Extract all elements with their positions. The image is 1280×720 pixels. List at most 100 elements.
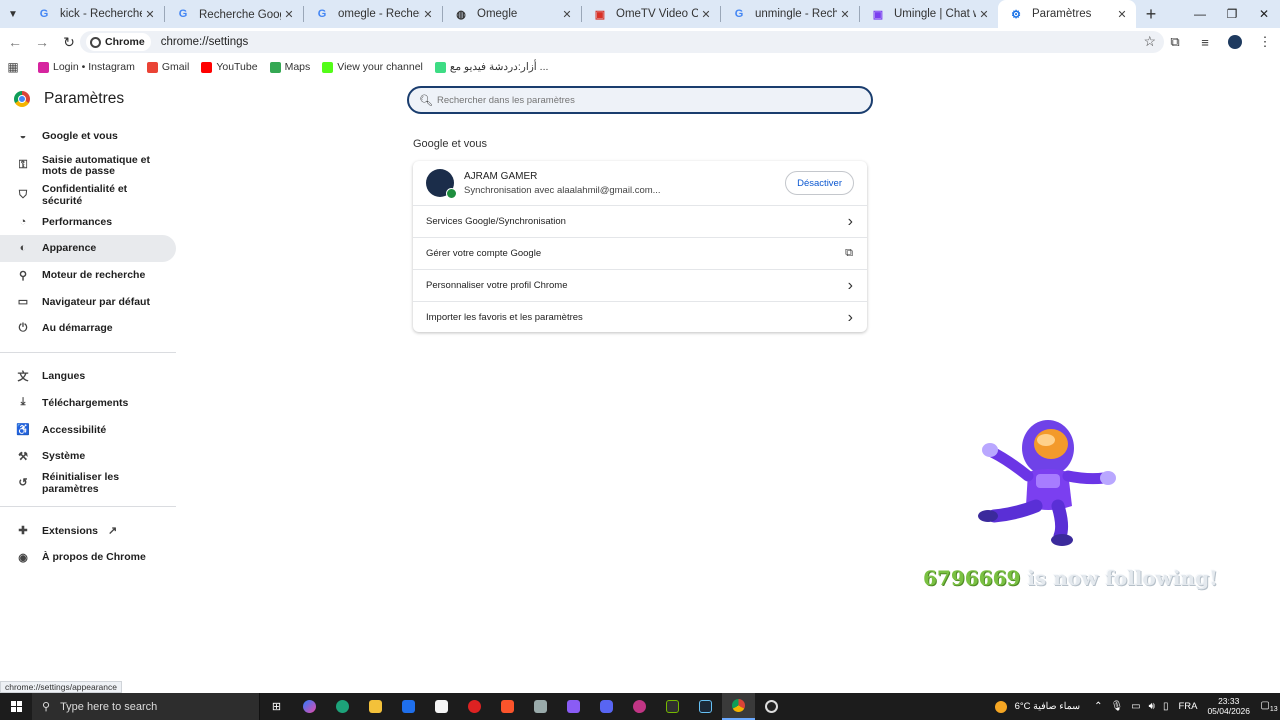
visual-studio-icon[interactable]: [557, 693, 590, 720]
brave-icon[interactable]: [491, 693, 524, 720]
sidebar-item-reset[interactable]: ↺ Réinitialiser les paramètres: [0, 470, 176, 497]
sidebar-item-wrench[interactable]: ⚒ Système: [0, 443, 176, 470]
nvidia-icon[interactable]: [656, 693, 689, 720]
sidebar-item-download[interactable]: ⤓ Téléchargements: [0, 390, 176, 417]
sidebar-item-puzzle[interactable]: ✚ Extensions ↗: [0, 517, 176, 544]
chrome-taskbar-icon[interactable]: [722, 693, 755, 720]
close-tab-icon[interactable]: ✕: [420, 8, 436, 21]
new-tab-button[interactable]: +: [1136, 4, 1166, 25]
tab-3[interactable]: ◍ Omegle ✕: [443, 0, 581, 28]
sidebar-item-palette[interactable]: ◐ Apparence: [0, 235, 176, 262]
bookmark-star-icon[interactable]: ☆: [1143, 33, 1156, 50]
url-text[interactable]: chrome://settings: [161, 36, 249, 48]
close-tab-icon[interactable]: ✕: [559, 8, 575, 21]
close-window-button[interactable]: ✕: [1248, 0, 1280, 28]
sidebar-item-translate[interactable]: 文 Langues: [0, 363, 176, 390]
bookmark-1[interactable]: Gmail: [146, 61, 189, 73]
language-indicator[interactable]: FRA: [1178, 701, 1197, 712]
messenger-icon[interactable]: [623, 693, 656, 720]
network-icon[interactable]: ▭: [1131, 701, 1140, 712]
tab-6[interactable]: ▣ Umingle | Chat with Stran✕: [860, 0, 998, 28]
globe-icon: ◍: [456, 8, 466, 21]
sidebar-item-chrome[interactable]: ◉ À propos de Chrome: [0, 544, 176, 571]
settings-row[interactable]: Importer les favoris et les paramètres ›: [413, 301, 867, 333]
minimize-button[interactable]: —: [1184, 0, 1216, 28]
bookmark-5[interactable]: أزار:دردشة فيديو مع ...: [434, 61, 548, 73]
kebab-menu-icon[interactable]: ⋮: [1250, 34, 1280, 50]
chevron-up-icon[interactable]: ⌃: [1094, 701, 1102, 712]
task-view-icon[interactable]: ⊞: [260, 693, 293, 720]
copilot-icon[interactable]: [293, 693, 326, 720]
close-tab-icon[interactable]: ✕: [1114, 8, 1130, 21]
follow-message: is now following!: [1027, 566, 1218, 590]
sidebar-item-label: Téléchargements: [42, 396, 129, 409]
gaming-app-icon[interactable]: [458, 693, 491, 720]
taskbar-search[interactable]: ⚲ Type here to search: [32, 693, 260, 720]
file-explorer-icon[interactable]: [359, 693, 392, 720]
bookmark-label: View your channel: [337, 61, 423, 73]
browser-icon: ▭: [17, 296, 29, 309]
address-bar[interactable]: Chrome chrome://settings ☆: [80, 31, 1164, 53]
vpn-shield-icon[interactable]: [524, 693, 557, 720]
edge-icon[interactable]: [326, 693, 359, 720]
settings-row-label: Personnaliser votre profil Chrome: [426, 280, 568, 291]
tab-2[interactable]: Gomegle - Recherche Goog✕: [304, 0, 442, 28]
chevron-down-icon: ▼: [8, 8, 18, 20]
sidebar-item-shield[interactable]: ⛉ Confidentialité et sécurité: [0, 182, 176, 209]
tab-7[interactable]: ⚙ Paramètres ✕: [998, 0, 1136, 28]
bookmark-4[interactable]: View your channel: [322, 61, 423, 73]
settings-search-box[interactable]: 🔍︎: [407, 86, 873, 114]
tab-search-button[interactable]: ▼: [0, 0, 26, 28]
bookmark-2[interactable]: YouTube: [201, 61, 258, 73]
battery-icon[interactable]: ▯: [1163, 701, 1169, 712]
close-tab-icon[interactable]: ✕: [837, 8, 853, 21]
store-icon[interactable]: [425, 693, 458, 720]
sidebar-item-search[interactable]: ⚲ Moteur de recherche: [0, 262, 176, 289]
settings-row[interactable]: Services Google/Synchronisation ›: [413, 205, 867, 237]
sidebar-item-person[interactable]: ◒ Google et vous: [0, 123, 176, 150]
reload-button[interactable]: ↻: [57, 30, 81, 54]
close-tab-icon[interactable]: ✕: [281, 8, 297, 21]
settings-row[interactable]: Personnaliser votre profil Chrome ›: [413, 269, 867, 301]
sidebar-item-accessibility[interactable]: ♿ Accessibilité: [0, 416, 176, 443]
sidebar-item-browser[interactable]: ▭ Navigateur par défaut: [0, 288, 176, 315]
apps-grid-icon[interactable]: ▦: [0, 60, 26, 74]
tab-5[interactable]: Gunmingle - Recherche Go✕: [721, 0, 859, 28]
sidebar-item-speedometer[interactable]: ◔ Performances: [0, 208, 176, 235]
close-tab-icon[interactable]: ✕: [698, 8, 714, 21]
media-controls-icon[interactable]: ≡: [1190, 35, 1220, 50]
sidebar-item-key[interactable]: ⚿ Saisie automatique et mots de passe: [0, 150, 176, 182]
sidebar-item-power[interactable]: ⏻ Au démarrage: [0, 315, 176, 342]
key-icon: ⚿: [18, 159, 28, 172]
close-tab-icon[interactable]: ✕: [142, 8, 158, 21]
tab-4[interactable]: ▣ OmeTV Video Chat — On✕: [582, 0, 720, 28]
bookmark-label: Maps: [284, 61, 311, 73]
bookmark-3[interactable]: Maps: [269, 61, 311, 73]
weather-widget[interactable]: 6°C سماء صافية: [994, 700, 1080, 713]
settings-row-label: Gérer votre compte Google: [426, 248, 542, 259]
restore-button[interactable]: ❐: [1216, 0, 1248, 28]
steam-icon[interactable]: [689, 693, 722, 720]
chrome-logo-icon: [14, 91, 30, 107]
back-button[interactable]: ←: [3, 30, 27, 54]
settings-row[interactable]: Gérer votre compte Google ⧉: [413, 237, 867, 269]
close-tab-icon[interactable]: ✕: [976, 8, 992, 21]
mail-icon[interactable]: [392, 693, 425, 720]
profile-avatar[interactable]: [1220, 35, 1250, 49]
volume-icon[interactable]: 🔊︎: [1149, 701, 1155, 712]
discord-icon[interactable]: [590, 693, 623, 720]
obs-icon[interactable]: [755, 693, 788, 720]
start-button[interactable]: [0, 701, 32, 712]
forward-button[interactable]: →: [30, 30, 54, 54]
disable-sync-button[interactable]: Désactiver: [785, 171, 854, 195]
site-info-chip[interactable]: Chrome: [86, 33, 151, 51]
extensions-puzzle-icon[interactable]: ⧉: [1160, 34, 1190, 50]
tab-0[interactable]: Gkick - Recherche Google✕: [26, 0, 164, 28]
microphone-icon[interactable]: 🎙︎: [1110, 701, 1123, 712]
notification-center-icon[interactable]: ▢13: [1258, 700, 1280, 713]
bookmark-0[interactable]: Login • Instagram: [38, 61, 135, 73]
tab-1[interactable]: G Recherche Google - ازار✕: [165, 0, 303, 28]
settings-search-input[interactable]: [437, 94, 837, 106]
tab-title: Recherche Google - ازار: [199, 9, 281, 21]
clock[interactable]: 23:33 05/04/2026: [1207, 696, 1250, 716]
